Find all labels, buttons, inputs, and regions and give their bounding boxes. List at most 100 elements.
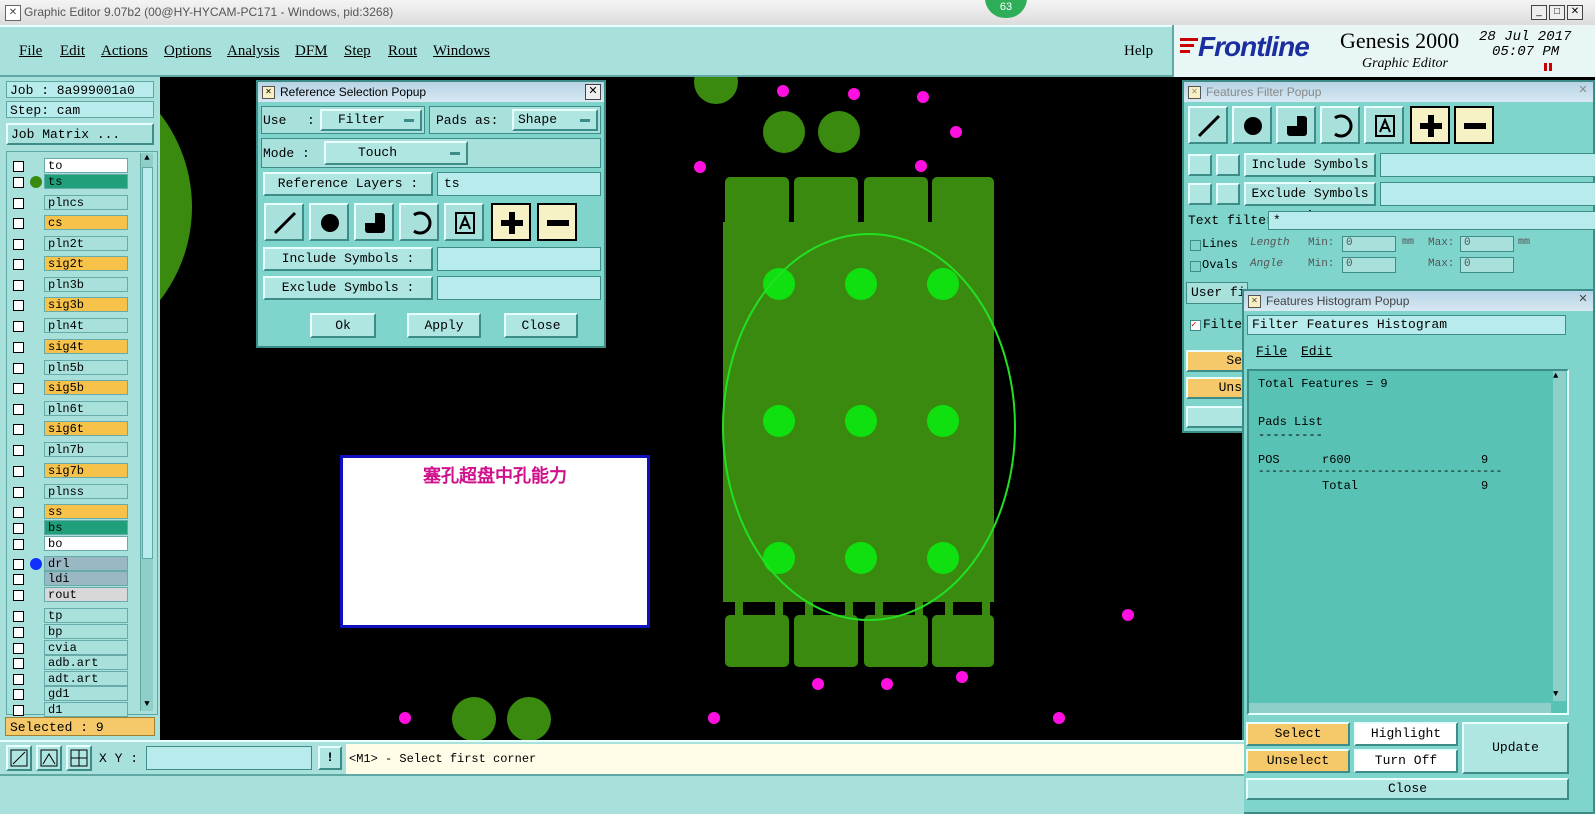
length-min-input[interactable]: 0	[1342, 236, 1396, 252]
layer-name[interactable]: adt.art	[44, 671, 128, 686]
expand-icon[interactable]	[1188, 154, 1212, 176]
layer-checkbox[interactable]	[13, 487, 24, 498]
layer-row[interactable]: ts	[8, 174, 128, 190]
filter-include-input[interactable]	[1380, 153, 1595, 177]
layer-name[interactable]: ldi	[44, 571, 128, 586]
layer-row[interactable]: sig4t	[8, 339, 128, 355]
layer-name[interactable]: sig6t	[44, 421, 128, 436]
menu-help[interactable]: Help	[1124, 43, 1153, 60]
exclude-symbols-input[interactable]	[437, 276, 601, 300]
negative-polarity-tool[interactable]	[1454, 106, 1494, 144]
layer-checkbox[interactable]	[13, 300, 24, 311]
layer-checkbox[interactable]	[13, 218, 24, 229]
filter-include-symbols-button[interactable]: Include Symbols :	[1244, 153, 1376, 192]
layer-row[interactable]: sig5b	[8, 380, 128, 396]
filter-unselect-button[interactable]: Uns	[1186, 377, 1248, 399]
text-tool[interactable]	[444, 203, 484, 241]
layer-list-scrollbar[interactable]: ▲ ▼	[140, 153, 153, 711]
layer-name[interactable]: to	[44, 158, 128, 173]
layer-name[interactable]: pln7b	[44, 442, 128, 457]
layer-name[interactable]: cvia	[44, 640, 128, 655]
layer-checkbox[interactable]	[13, 705, 24, 716]
xy-input[interactable]	[146, 746, 312, 770]
layer-row[interactable]: pln2t	[8, 236, 128, 252]
layer-checkbox[interactable]	[13, 280, 24, 291]
layer-checkbox[interactable]	[13, 383, 24, 394]
scroll-thumb[interactable]	[142, 167, 153, 559]
layer-name[interactable]: sig7b	[44, 463, 128, 478]
layer-row[interactable]: pln4t	[8, 318, 128, 334]
positive-polarity-tool[interactable]	[491, 203, 531, 241]
layer-name[interactable]: sig2t	[44, 256, 128, 271]
ovals-checkbox[interactable]	[1190, 261, 1201, 272]
layer-checkbox[interactable]	[13, 342, 24, 353]
layer-row[interactable]: d1	[8, 702, 128, 718]
exclude-symbols-button[interactable]: Exclude Symbols :	[263, 276, 433, 300]
text-tool[interactable]	[1364, 106, 1404, 144]
reference-layers-button[interactable]: Reference Layers :	[263, 172, 433, 196]
job-matrix-button[interactable]: Job Matrix ...	[6, 123, 154, 145]
layer-row[interactable]: sig7b	[8, 463, 128, 479]
expand-icon[interactable]	[1188, 183, 1212, 205]
layer-name[interactable]: plnss	[44, 484, 128, 499]
layer-checkbox[interactable]	[13, 643, 24, 654]
layer-checkbox[interactable]	[13, 466, 24, 477]
angle-min-input[interactable]: 0	[1342, 257, 1396, 273]
layer-checkbox[interactable]	[13, 590, 24, 601]
layer-row[interactable]: drl	[8, 556, 128, 572]
layer-name[interactable]: sig3b	[44, 297, 128, 312]
layer-checkbox[interactable]	[13, 559, 24, 570]
layer-row[interactable]: cs	[8, 215, 128, 231]
menu-dfm[interactable]: DFM	[295, 43, 328, 60]
hist-menu-edit[interactable]: Edit	[1301, 344, 1332, 359]
close-icon[interactable]: ✕	[585, 84, 601, 100]
pad-tool[interactable]	[309, 203, 349, 241]
pad-tool[interactable]	[1232, 106, 1272, 144]
layer-name[interactable]: plncs	[44, 195, 128, 210]
filter-checkbox[interactable]: ✓	[1190, 320, 1201, 331]
layer-row[interactable]: adt.art	[8, 671, 128, 687]
menu-edit[interactable]: Edit	[60, 43, 85, 60]
collapse-icon[interactable]	[1216, 154, 1240, 176]
grid-icon[interactable]	[66, 745, 92, 771]
menu-options[interactable]: Options	[164, 43, 212, 60]
scroll-down-icon[interactable]: ▼	[141, 699, 153, 711]
layer-row[interactable]: sig6t	[8, 421, 128, 437]
collapse-icon[interactable]	[1216, 183, 1240, 205]
hist-update-button[interactable]: Update	[1462, 722, 1569, 774]
layer-checkbox[interactable]	[13, 321, 24, 332]
alert-icon[interactable]: !	[318, 746, 342, 770]
apply-button[interactable]: Apply	[407, 313, 481, 338]
arc-tool[interactable]	[1320, 106, 1360, 144]
layer-row[interactable]: plncs	[8, 195, 128, 211]
layer-checkbox[interactable]	[13, 404, 24, 415]
menu-analysis[interactable]: Analysis	[227, 43, 280, 60]
layer-checkbox[interactable]	[13, 611, 24, 622]
layer-checkbox[interactable]	[13, 424, 24, 435]
text-filter-input[interactable]: *	[1268, 211, 1595, 230]
layer-row[interactable]: bs	[8, 520, 128, 536]
layer-checkbox[interactable]	[13, 507, 24, 518]
layer-checkbox[interactable]	[13, 177, 24, 188]
layer-checkbox[interactable]	[13, 539, 24, 550]
filter-exclude-symbols-button[interactable]: Exclude Symbols :	[1244, 182, 1376, 221]
histogram-text-area[interactable]: Total Features = 9 Pads List --------- P…	[1247, 369, 1569, 715]
layer-name[interactable]: sig4t	[44, 339, 128, 354]
layer-checkbox[interactable]	[13, 239, 24, 250]
layer-row[interactable]: rout	[8, 587, 128, 603]
zoom-area-icon[interactable]	[6, 745, 32, 771]
length-max-input[interactable]: 0	[1460, 236, 1514, 252]
hist-vertical-scrollbar[interactable]: ▲ ▼	[1553, 371, 1566, 701]
reference-layers-input[interactable]: ts	[437, 172, 601, 196]
layer-name[interactable]: bs	[44, 520, 128, 535]
include-symbols-input[interactable]	[437, 247, 601, 271]
layer-row[interactable]: gd1	[8, 686, 128, 702]
layer-checkbox[interactable]	[13, 198, 24, 209]
layer-name[interactable]: pln5b	[44, 360, 128, 375]
layer-checkbox[interactable]	[13, 574, 24, 585]
layer-checkbox[interactable]	[13, 523, 24, 534]
use-dropdown[interactable]: Filter	[320, 109, 422, 131]
menu-step[interactable]: Step	[344, 43, 371, 60]
layer-name[interactable]: bo	[44, 536, 128, 551]
layer-checkbox[interactable]	[13, 674, 24, 685]
